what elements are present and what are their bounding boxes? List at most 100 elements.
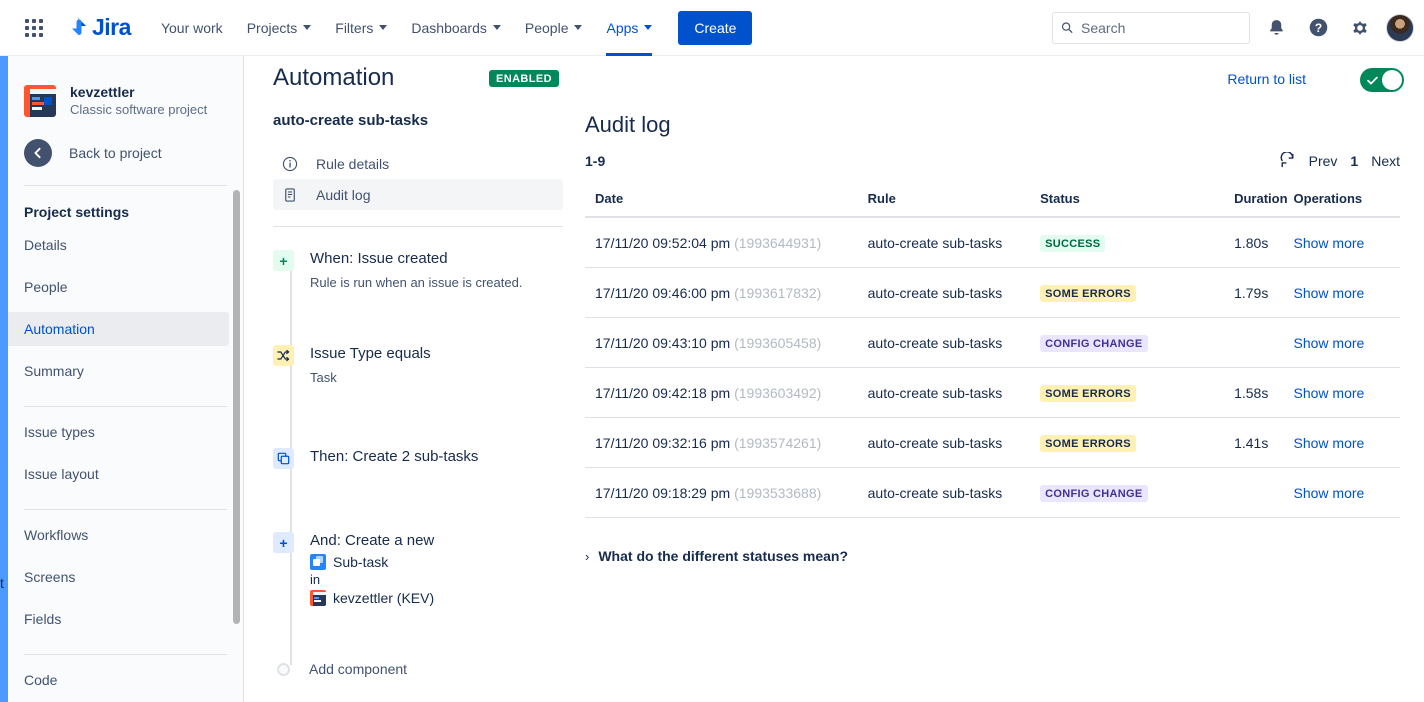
- show-more-link[interactable]: Show more: [1294, 235, 1365, 251]
- log-id: (1993644931): [734, 235, 821, 251]
- back-to-project-button[interactable]: Back to project: [8, 117, 243, 167]
- cell-date: 17/11/20 09:52:04 pm (1993644931): [585, 217, 868, 268]
- jira-logo-icon: [66, 16, 88, 40]
- user-avatar[interactable]: [1386, 14, 1414, 42]
- rule-component-issuetype-label: Sub-task: [333, 554, 388, 570]
- nav-apps-label: Apps: [606, 20, 638, 36]
- search-input[interactable]: [1081, 20, 1241, 36]
- table-row: 17/11/20 09:42:18 pm (1993603492)auto-cr…: [585, 368, 1400, 418]
- nav-apps[interactable]: Apps: [594, 0, 664, 56]
- sidebar-item-summary[interactable]: Summary: [8, 354, 229, 388]
- cell-status: SOME ERRORS: [1040, 368, 1234, 418]
- sidebar-item-fields[interactable]: Fields: [8, 602, 229, 636]
- rule-component-trigger-subtitle: Rule is run when an issue is created.: [310, 273, 522, 292]
- help-icon[interactable]: ?: [1302, 12, 1334, 44]
- log-date: 17/11/20 09:42:18 pm: [595, 385, 730, 401]
- search-box[interactable]: [1052, 12, 1250, 44]
- create-button[interactable]: Create: [678, 11, 752, 45]
- log-rule-name: auto-create sub-tasks: [868, 435, 1003, 451]
- rule-nav-audit-log[interactable]: Audit log: [273, 179, 563, 210]
- sidebar-item-code[interactable]: Code: [8, 663, 229, 697]
- settings-gear-icon[interactable]: [1344, 12, 1376, 44]
- table-row: 17/11/20 09:46:00 pm (1993617832)auto-cr…: [585, 268, 1400, 318]
- copy-icon: [273, 448, 294, 469]
- sidebar-divider: [24, 406, 227, 407]
- nav-your-work-label: Your work: [161, 20, 223, 36]
- rule-component-action-create[interactable]: + And: Create a new Sub-task in kevzettl…: [273, 531, 563, 661]
- rule-component-action-branch-title: Then: Create 2 sub-tasks: [310, 447, 478, 467]
- status-badge: SUCCESS: [1040, 235, 1105, 252]
- cell-date: 17/11/20 09:18:29 pm (1993533688): [585, 468, 868, 518]
- show-more-link[interactable]: Show more: [1294, 285, 1365, 301]
- chevron-right-icon: ›: [585, 549, 589, 564]
- jira-logo[interactable]: Jira: [66, 14, 131, 41]
- pagination: Prev 1 Next: [1279, 152, 1400, 169]
- nav-filters[interactable]: Filters: [323, 0, 399, 56]
- log-id: (1993533688): [734, 485, 821, 501]
- rule-enabled-toggle[interactable]: [1360, 68, 1404, 92]
- add-component-dot-icon: [277, 663, 290, 676]
- cell-status: SOME ERRORS: [1040, 268, 1234, 318]
- statuses-explainer-toggle[interactable]: › What do the different statuses mean?: [585, 548, 1400, 564]
- sidebar-item-details[interactable]: Details: [8, 228, 229, 262]
- project-header[interactable]: kevzettler Classic software project: [8, 56, 243, 117]
- sidebar-item-people[interactable]: People: [8, 270, 229, 304]
- cell-duration: 1.79s: [1234, 268, 1293, 318]
- show-more-link[interactable]: Show more: [1294, 335, 1365, 351]
- cell-operations: Show more: [1294, 268, 1400, 318]
- pagination-prev[interactable]: Prev: [1309, 153, 1338, 169]
- nav-projects[interactable]: Projects: [235, 0, 324, 56]
- rule-component-condition[interactable]: Issue Type equals Task: [273, 344, 563, 447]
- sidebar-item-screens[interactable]: Screens: [8, 560, 229, 594]
- status-badge: SOME ERRORS: [1040, 435, 1136, 452]
- pagination-page-1[interactable]: 1: [1350, 153, 1358, 169]
- nav-dashboards[interactable]: Dashboards: [399, 0, 513, 56]
- cell-rule: auto-create sub-tasks: [868, 268, 1040, 318]
- background-page-strip: [0, 56, 8, 702]
- pagination-next[interactable]: Next: [1371, 153, 1400, 169]
- project-settings-sidebar: kevzettler Classic software project Back…: [8, 56, 244, 702]
- project-icon: [310, 590, 326, 606]
- cell-duration: [1234, 318, 1293, 368]
- sidebar-scrollbar[interactable]: [233, 190, 240, 624]
- log-date: 17/11/20 09:18:29 pm: [595, 485, 730, 501]
- refresh-icon[interactable]: [1279, 152, 1296, 169]
- cell-date: 17/11/20 09:46:00 pm (1993617832): [585, 268, 868, 318]
- show-more-link[interactable]: Show more: [1294, 435, 1365, 451]
- sidebar-item-issue-layout[interactable]: Issue layout: [8, 457, 229, 491]
- page-title: Automation: [273, 64, 394, 92]
- plus-icon: +: [273, 250, 294, 271]
- notifications-icon[interactable]: [1260, 12, 1292, 44]
- show-more-link[interactable]: Show more: [1294, 385, 1365, 401]
- show-more-link[interactable]: Show more: [1294, 485, 1365, 501]
- log-duration: 1.41s: [1234, 435, 1268, 451]
- nav-people[interactable]: People: [513, 0, 595, 56]
- top-navigation-bar: Jira Your work Projects Filters Dashboar…: [0, 0, 1424, 56]
- rule-component-issuetype-chip: Sub-task: [310, 554, 434, 570]
- sidebar-item-workflows[interactable]: Workflows: [8, 518, 229, 552]
- log-id: (1993603492): [734, 385, 821, 401]
- log-duration: 1.58s: [1234, 385, 1268, 401]
- check-icon: [1366, 74, 1379, 87]
- rule-component-trigger-title: When: Issue created: [310, 249, 522, 269]
- return-to-list-link[interactable]: Return to list: [1227, 71, 1306, 87]
- back-to-project-label: Back to project: [69, 145, 162, 161]
- audit-log-section: Audit log 1-9 Prev 1 Next Date Rule Stat…: [585, 112, 1400, 564]
- sidebar-item-issue-types[interactable]: Issue types: [8, 415, 229, 449]
- cell-operations: Show more: [1294, 217, 1400, 268]
- statuses-explainer-label: What do the different statuses mean?: [598, 548, 848, 564]
- audit-log-toolbar: 1-9 Prev 1 Next: [585, 152, 1400, 169]
- rule-nav-rule-details[interactable]: Rule details: [273, 148, 563, 179]
- add-component-row[interactable]: Add component: [273, 661, 563, 677]
- subtask-icon: [310, 554, 326, 570]
- cell-operations: Show more: [1294, 318, 1400, 368]
- cell-rule: auto-create sub-tasks: [868, 418, 1040, 468]
- sidebar-divider: [24, 509, 227, 510]
- app-switcher-icon[interactable]: [18, 12, 50, 44]
- sidebar-item-automation[interactable]: Automation: [8, 312, 229, 346]
- table-row: 17/11/20 09:32:16 pm (1993574261)auto-cr…: [585, 418, 1400, 468]
- nav-your-work[interactable]: Your work: [149, 0, 235, 56]
- rule-component-action-branch[interactable]: Then: Create 2 sub-tasks: [273, 447, 563, 531]
- rule-component-trigger[interactable]: + When: Issue created Rule is run when a…: [273, 249, 563, 344]
- table-row: 17/11/20 09:43:10 pm (1993605458)auto-cr…: [585, 318, 1400, 368]
